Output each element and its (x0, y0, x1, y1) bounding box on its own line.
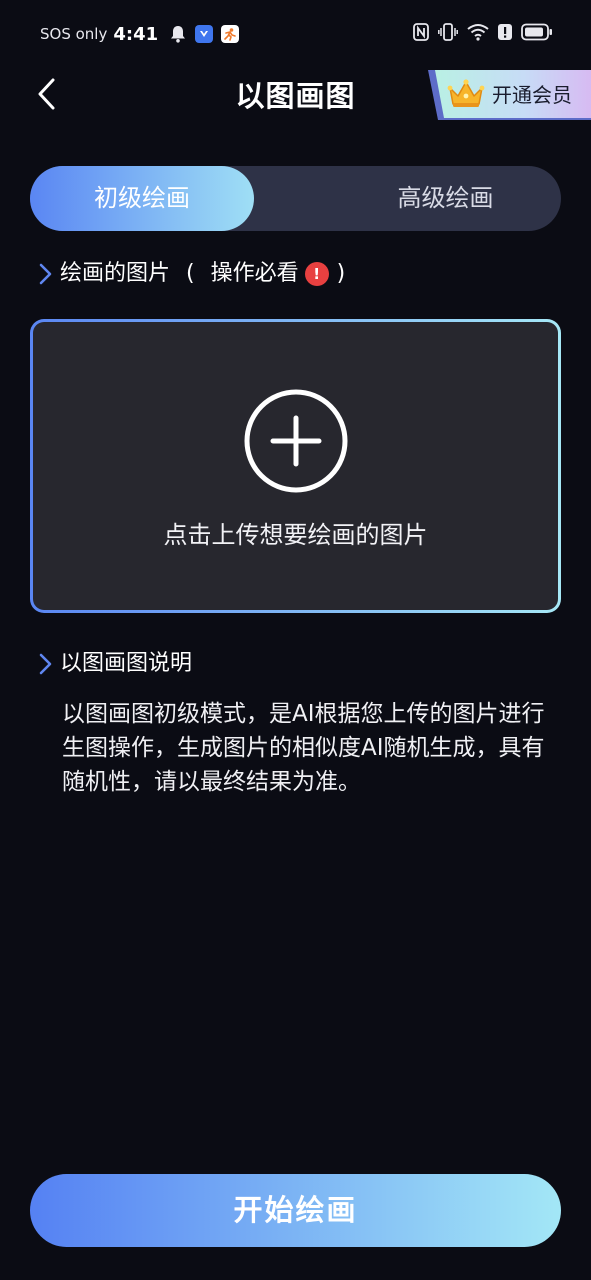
paren-close: ) (336, 261, 346, 286)
chevron-right-icon (36, 262, 54, 286)
description-section-heading: 以图画图说明 (36, 649, 192, 679)
status-bar-right (413, 22, 553, 46)
add-circle-icon (242, 387, 350, 495)
upload-hint-text: 点击上传想要绘画的图片 (163, 521, 428, 549)
nfc-icon (413, 23, 429, 45)
alert-icon (498, 23, 512, 45)
image-upload-area[interactable]: 点击上传想要绘画的图片 (30, 319, 561, 613)
chevron-right-icon (36, 652, 54, 676)
operation-notice-link[interactable]: 操作必看 (211, 259, 299, 289)
battery-icon (521, 23, 553, 45)
paren-open: ( (186, 261, 195, 286)
tab-advanced-drawing[interactable]: 高级绘画 (330, 166, 561, 231)
status-bar: SOS only 4:41 (0, 0, 591, 66)
vip-membership-button[interactable]: 开通会员 (426, 70, 591, 120)
upload-section-title: 绘画的图片 (60, 261, 171, 286)
status-bar-left: SOS only 4:41 (40, 22, 240, 46)
wifi-icon (467, 23, 489, 45)
exclamation-icon: ! (304, 262, 329, 286)
tab-basic-drawing[interactable]: 初级绘画 (30, 166, 254, 231)
app-notification-icon (194, 24, 214, 44)
vibrate-icon (438, 23, 458, 45)
start-drawing-button[interactable]: 开始绘画 (30, 1174, 561, 1247)
vip-membership-label: 开通会员 (492, 83, 572, 107)
app-notification-icon (220, 24, 240, 44)
carrier-text: SOS only (40, 25, 108, 43)
description-section-title: 以图画图说明 (60, 651, 193, 676)
upload-section-heading: 绘画的图片 ( 操作必看 ! ) (36, 259, 345, 289)
bell-icon (168, 24, 188, 44)
crown-icon (446, 78, 486, 110)
description-text: 以图画图初级模式，是AI根据您上传的图片进行生图操作，生成图片的相似度AI随机生… (62, 701, 545, 795)
clock: 4:41 (113, 23, 159, 45)
mode-tab-bar: 初级绘画 高级绘画 (30, 166, 561, 231)
